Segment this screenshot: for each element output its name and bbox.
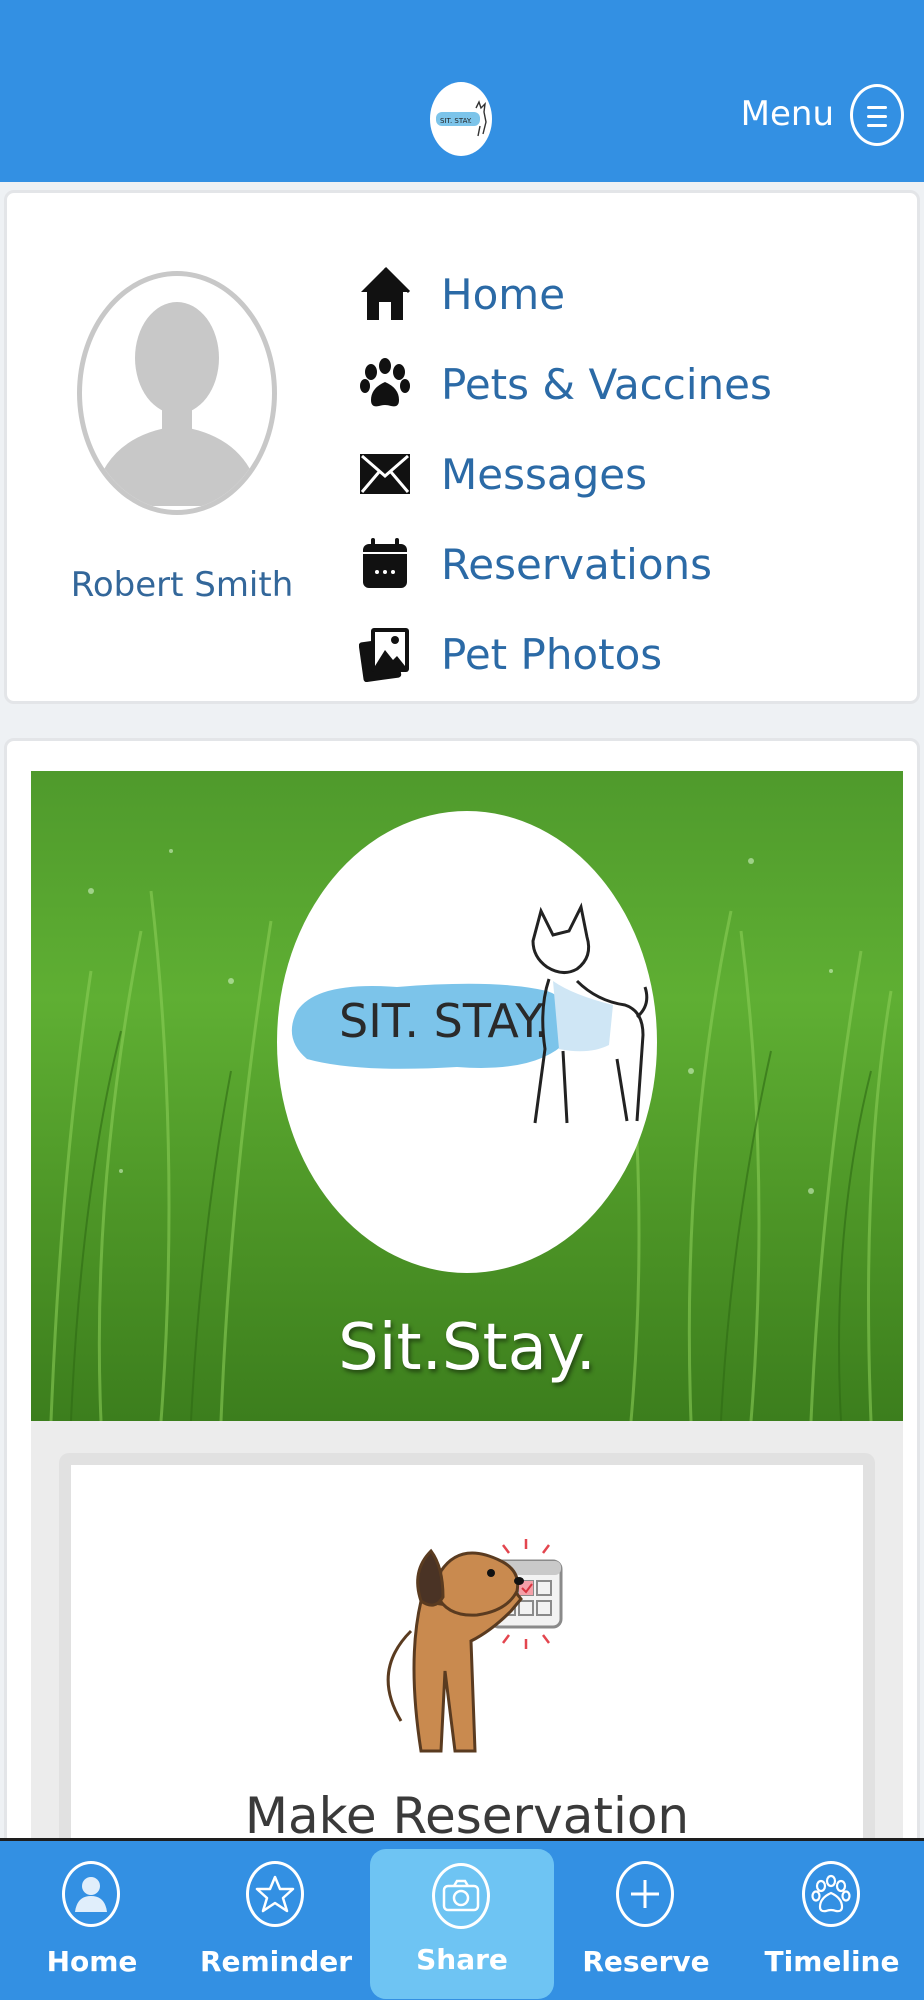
tab-share[interactable]: Share — [370, 1849, 554, 1999]
tab-timeline[interactable]: Timeline — [740, 1841, 924, 2000]
nav-label-messages: Messages — [441, 449, 647, 499]
profile-nav: Home Pets & Vaccines Messages Reservatio… — [357, 249, 772, 699]
tab-reserve[interactable]: Reserve — [554, 1841, 738, 2000]
envelope-icon — [357, 446, 413, 502]
person-icon — [62, 1861, 120, 1927]
camera-icon — [432, 1863, 490, 1929]
plus-icon — [616, 1861, 674, 1927]
app-header: SIT. STAY. Menu — [0, 0, 924, 182]
home-icon — [357, 266, 413, 322]
paw-icon — [802, 1861, 860, 1927]
hero-banner: SIT. STAY. Sit.Stay. — [31, 771, 903, 1421]
profile-card: Robert Smith Home Pets & Vaccines Messag… — [4, 190, 920, 704]
tab-reminder[interactable]: Reminder — [184, 1841, 368, 2000]
calendar-icon — [357, 536, 413, 592]
menu-label[interactable]: Menu — [741, 94, 834, 134]
tab-label-share: Share — [416, 1943, 508, 1976]
main-card: SIT. STAY. Sit.Stay. Make Reservation — [4, 738, 920, 2000]
reservation-title: Make Reservation — [244, 1787, 690, 1845]
person-silhouette-icon — [92, 302, 262, 506]
sit-stay-logo-icon[interactable]: SIT. STAY. — [430, 82, 492, 156]
nav-item-pets-vaccines[interactable]: Pets & Vaccines — [357, 339, 772, 429]
star-icon — [246, 1861, 304, 1927]
nav-item-pet-photos[interactable]: Pet Photos — [357, 609, 772, 699]
tab-label-timeline: Timeline — [764, 1945, 900, 1978]
photos-icon — [357, 626, 413, 682]
hero-logo-text: SIT. STAY. — [339, 994, 549, 1048]
tab-label-reminder: Reminder — [199, 1945, 353, 1978]
dog-calendar-illustration — [361, 1511, 581, 1761]
user-name: Robert Smith — [70, 565, 294, 605]
nav-item-messages[interactable]: Messages — [357, 429, 772, 519]
nav-item-reservations[interactable]: Reservations — [357, 519, 772, 609]
sit-stay-logo-badge: SIT. STAY. — [277, 811, 657, 1273]
hamburger-icon[interactable] — [850, 84, 904, 146]
nav-label-home: Home — [441, 269, 566, 319]
tab-label-home: Home — [46, 1945, 138, 1978]
paw-icon — [357, 356, 413, 412]
bottom-tabbar: Home Reminder Share Reserve Timeline — [0, 1838, 924, 2000]
hero-title: Sit.Stay. — [338, 1311, 596, 1385]
nav-label-reservations: Reservations — [441, 539, 713, 589]
svg-text:SIT. STAY.: SIT. STAY. — [440, 117, 472, 125]
nav-item-home[interactable]: Home — [357, 249, 772, 339]
nav-label-pet-photos: Pet Photos — [441, 629, 663, 679]
tab-home[interactable]: Home — [0, 1841, 184, 2000]
nav-label-pets-vaccines: Pets & Vaccines — [441, 359, 772, 409]
avatar[interactable] — [77, 271, 277, 515]
tab-label-reserve: Reserve — [582, 1945, 710, 1978]
